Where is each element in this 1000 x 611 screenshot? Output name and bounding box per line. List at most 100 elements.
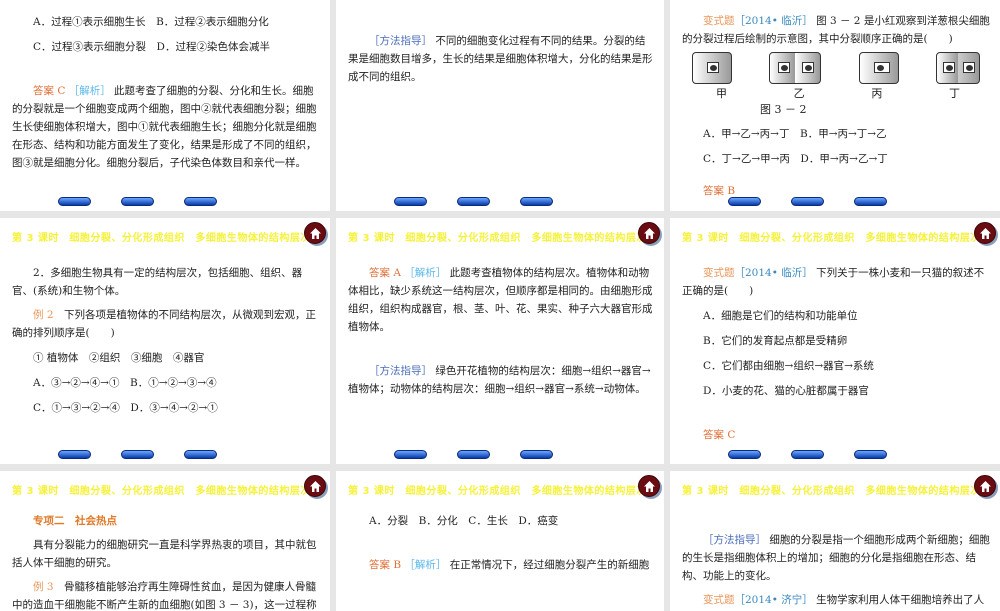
- home-button[interactable]: [974, 475, 996, 497]
- option-text: B．它们的发育起点都是受精卵: [682, 332, 990, 350]
- answer-label: 答案 C: [33, 85, 69, 97]
- text: C．丁→乙→甲→丙 D．甲→丙→乙→丁: [703, 153, 888, 165]
- home-icon: [980, 228, 991, 239]
- para-text: 答案 B ［解析］ 在正常情况下，经过细胞分裂产生的新细胞: [348, 556, 654, 574]
- slide-thumbnail[interactable]: 第 3 课时 细胞分裂、分化形成组织 多细胞生物体的结构层次答案 A ［解析］ …: [336, 218, 664, 464]
- slide-nav: [728, 197, 887, 206]
- variant-label: 变式题: [703, 594, 735, 606]
- figure-label: 丁: [948, 87, 960, 100]
- nav-menu-button[interactable]: [121, 197, 154, 206]
- slide-content: A．过程①表示细胞生长 B．过程②表示细胞分化 C．过程③表示细胞分裂 D．过程②…: [12, 6, 320, 172]
- text: A．③→②→④→① B．①→②→③→④: [33, 377, 217, 389]
- nav-next-button[interactable]: [520, 450, 553, 459]
- nav-menu-button[interactable]: [457, 197, 490, 206]
- text: 具有分裂能力的细胞研究一直是科学界热衷的项目，其中就包括人体干细胞的研究。: [12, 539, 317, 569]
- para-text: ［方法指导］ 不同的细胞变化过程有不同的结果。分裂的结果是细胞数目增多，生长的结…: [348, 32, 654, 86]
- analysis-label: ［解析］: [404, 559, 447, 571]
- method-label: ［方法指导］: [369, 35, 432, 47]
- nucleus: [802, 62, 815, 73]
- nav-prev-button[interactable]: [58, 450, 91, 459]
- text: 下列各项是植物体的不同结构层次，从微观到宏观，正确的排列顺序是( ): [12, 309, 317, 339]
- nucleus: [962, 62, 975, 73]
- nav-prev-button[interactable]: [394, 450, 427, 459]
- slide-thumbnail[interactable]: A．过程①表示细胞生长 B．过程②表示细胞分化 C．过程③表示细胞分裂 D．过程②…: [0, 0, 330, 211]
- nav-menu-button[interactable]: [791, 197, 824, 206]
- para-text: 变式题［2014• 临沂］ 下列关于一株小麦和一只猫的叙述不正确的是( ): [682, 264, 990, 300]
- slide-content: 变式题［2014• 临沂］ 图 3 － 2 是小红观察到洋葱根尖细胞的分裂过程后…: [682, 6, 990, 200]
- option-text: A．③→②→④→① B．①→②→③→④: [12, 374, 320, 392]
- nucleus: [942, 62, 955, 73]
- para-text: ［方法指导］ 绿色开花植物的结构层次：细胞→组织→器官→植物体；动物体的结构层次…: [348, 362, 654, 398]
- figure-label: 甲: [716, 87, 727, 100]
- slide-thumbnail[interactable]: 第 3 课时 细胞分裂、分化形成组织 多细胞生物体的结构层次 ［方法指导］ 细胞的…: [670, 471, 1000, 611]
- nucleus: [707, 62, 719, 73]
- figure-caption: 图 3 － 2: [760, 103, 807, 116]
- example-label: 例 3: [33, 581, 54, 593]
- nav-menu-button[interactable]: [791, 450, 824, 459]
- para-text: 2．多细胞生物具有一定的结构层次，包括细胞、组织、器官、(系统)和生物个体。: [12, 264, 320, 300]
- slide-header-title: 第 3 课时 细胞分裂、分化形成组织 多细胞生物体的结构层次: [12, 486, 311, 497]
- nav-prev-button[interactable]: [394, 197, 427, 206]
- slide-thumbnail[interactable]: 第 3 课时 细胞分裂、分化形成组织 多细胞生物体的结构层次 变式题［2014• …: [670, 218, 1000, 464]
- option-text: A．细胞是它们的结构和功能单位: [682, 307, 990, 325]
- nav-menu-button[interactable]: [121, 450, 154, 459]
- nav-next-button[interactable]: [184, 197, 217, 206]
- cell-diagram: [769, 52, 822, 84]
- para-text: 例 2 下列各项是植物体的不同结构层次，从微观到宏观，正确的排列顺序是( ): [12, 306, 320, 342]
- figure-labels: 甲乙丙丁: [682, 86, 990, 102]
- option-text: D．小麦的花、猫的心脏都属于器官: [682, 382, 990, 400]
- home-button[interactable]: [304, 475, 326, 497]
- nav-prev-button[interactable]: [728, 197, 761, 206]
- nucleus: [778, 62, 791, 73]
- slide-header-title: 第 3 课时 细胞分裂、分化形成组织 多细胞生物体的结构层次: [682, 486, 981, 497]
- slide-thumbnail[interactable]: 第 3 课时 细胞分裂、分化形成组织 多细胞生物体的结构层次 A．分裂 B．分化 …: [336, 471, 664, 611]
- text: 在正常情况下，经过细胞分裂产生的新细胞: [446, 559, 650, 571]
- nav-next-button[interactable]: [854, 450, 887, 459]
- nav-prev-button[interactable]: [58, 197, 91, 206]
- slide-content: 变式题［2014• 临沂］ 下列关于一株小麦和一只猫的叙述不正确的是( ) A．细…: [682, 258, 990, 444]
- method-label: ［方法指导］: [369, 365, 432, 377]
- option-text: ① 植物体 ②组织 ③细胞 ④器官: [12, 349, 320, 367]
- para-text: ［方法指导］ 细胞的分裂是指一个细胞形成两个新细胞；细胞的生长是指细胞体积上的增…: [682, 531, 990, 585]
- nucleus: [873, 62, 890, 73]
- text: D．小麦的花、猫的心脏都属于器官: [703, 385, 869, 397]
- home-icon: [310, 228, 321, 239]
- nav-menu-button[interactable]: [457, 450, 490, 459]
- figure-label: 丙: [871, 87, 883, 100]
- nav-next-button[interactable]: [854, 197, 887, 206]
- para-text: 答案 A ［解析］ 此题考查植物体的结构层次。植物体和动物体相比，缺少系统这一结…: [348, 264, 654, 336]
- option-text: C．过程③表示细胞分裂 D．过程②染色体会减半: [12, 38, 320, 56]
- text: ① 植物体 ②组织 ③细胞 ④器官: [33, 352, 205, 364]
- home-button[interactable]: [304, 222, 326, 244]
- nav-next-button[interactable]: [184, 450, 217, 459]
- analysis-label: ［解析］: [404, 267, 447, 279]
- slide-header-title: 第 3 课时 细胞分裂、分化形成组织 多细胞生物体的结构层次: [348, 233, 647, 244]
- slide-nav: [58, 450, 217, 459]
- slide-nav: [394, 450, 553, 459]
- nav-next-button[interactable]: [520, 197, 553, 206]
- slide-thumbnail[interactable]: 第 3 课时 细胞分裂、分化形成组织 多细胞生物体的结构层次 2．多细胞生物具有一…: [0, 218, 330, 464]
- example-label: 例 2: [33, 309, 54, 321]
- text: C．过程③表示细胞分裂 D．过程②染色体会减半: [33, 41, 270, 53]
- home-button[interactable]: [638, 475, 660, 497]
- home-button[interactable]: [974, 222, 996, 244]
- answer-label: 答案 A: [369, 267, 405, 279]
- topic-label: 专项二 社会热点: [33, 515, 117, 527]
- slide-content: 2．多细胞生物具有一定的结构层次，包括细胞、组织、器官、(系统)和生物个体。例 …: [12, 258, 320, 417]
- variant-label: 变式题: [703, 15, 735, 27]
- slide-thumbnail[interactable]: 第 3 课时 细胞分裂、分化形成组织 多细胞生物体的结构层次专项二 社会热点具有…: [0, 471, 330, 611]
- home-button[interactable]: [638, 222, 660, 244]
- para-text: 例 3 骨髓移植能够治疗再生障碍性贫血，是因为健康人骨髓中的造血干细胞能不断产生…: [12, 578, 320, 611]
- variant-label: 变式题: [703, 267, 735, 279]
- cell-diagram: [692, 52, 732, 84]
- para-text: 具有分裂能力的细胞研究一直是科学界热衷的项目，其中就包括人体干细胞的研究。: [12, 536, 320, 572]
- cell-division-figure: [682, 52, 990, 86]
- slide-content: 答案 A ［解析］ 此题考查植物体的结构层次。植物体和动物体相比，缺少系统这一结…: [348, 258, 654, 398]
- cell-diagram: [935, 52, 980, 84]
- text: 骨髓移植能够治疗再生障碍性贫血，是因为健康人骨髓中的造血干细胞能不断产生新的血细…: [12, 581, 317, 611]
- text: A．分裂 B．分化 C．生长 D．癌变: [369, 515, 559, 527]
- answer-label: 答案 B: [703, 185, 736, 197]
- nav-prev-button[interactable]: [728, 450, 761, 459]
- slide-thumbnail[interactable]: 变式题［2014• 临沂］ 图 3 － 2 是小红观察到洋葱根尖细胞的分裂过程后…: [670, 0, 1000, 211]
- slide-thumbnail[interactable]: ［方法指导］ 不同的细胞变化过程有不同的结果。分裂的结果是细胞数目增多，生长的结…: [336, 0, 664, 211]
